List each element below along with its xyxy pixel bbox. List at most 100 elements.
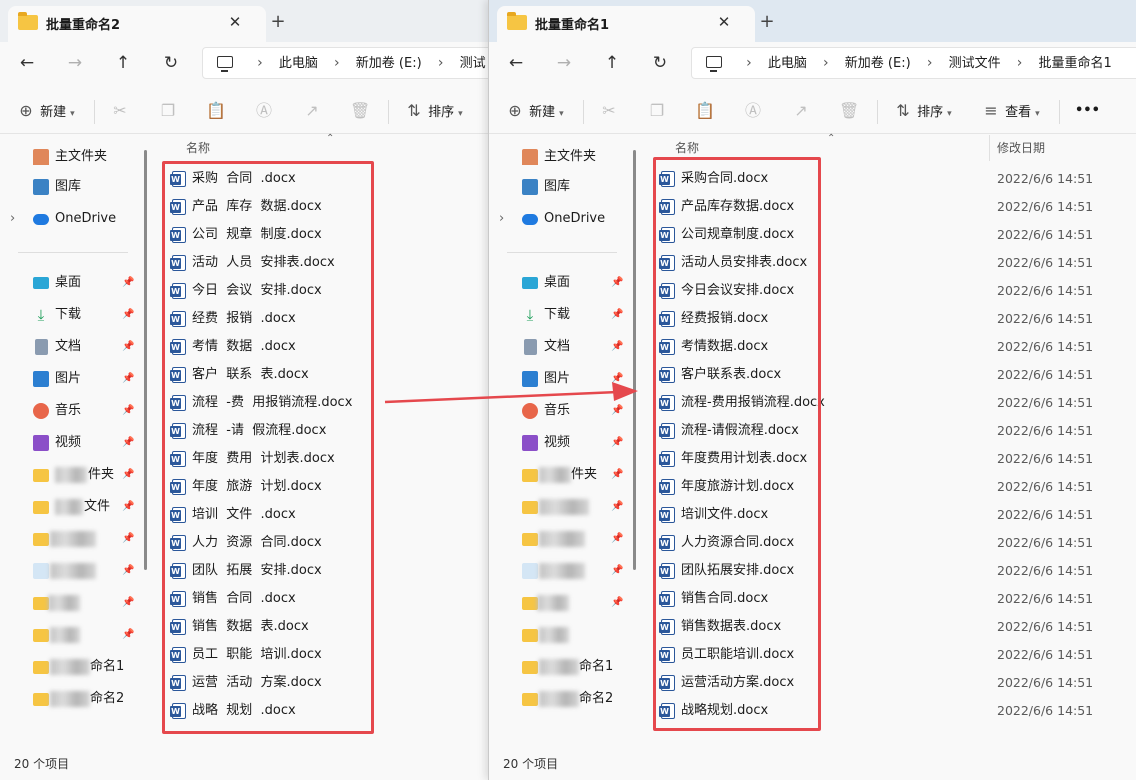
- sidebar-item-music[interactable]: 音乐 📌: [0, 399, 140, 423]
- pin-icon[interactable]: 📌: [611, 559, 623, 583]
- pin-icon[interactable]: 📌: [611, 335, 623, 359]
- sidebar-item-folder[interactable]: 📌: [489, 559, 629, 583]
- sidebar-item-folder[interactable]: 文件 📌: [0, 495, 140, 519]
- copy-button[interactable]: ❐: [647, 98, 667, 124]
- refresh-button[interactable]: ↻: [156, 50, 186, 76]
- new-tab-button[interactable]: +: [755, 10, 779, 34]
- sidebar-item-documents[interactable]: 文档 📌: [489, 335, 629, 359]
- sidebar-item-videos[interactable]: 视频 📌: [489, 431, 629, 455]
- sidebar-item-folder[interactable]: 📌: [489, 527, 629, 551]
- rename-button[interactable]: Ⓐ: [254, 98, 274, 124]
- breadcrumb-item[interactable]: 测试文件: [949, 49, 1001, 78]
- cut-button[interactable]: ✂: [110, 98, 130, 124]
- sidebar-item-folder[interactable]: 件夹 📌: [489, 463, 629, 487]
- paste-button[interactable]: 📋: [695, 98, 715, 124]
- delete-button[interactable]: 🗑: [350, 98, 370, 124]
- breadcrumb-item[interactable]: 新加卷 (E:): [845, 49, 911, 78]
- pin-icon[interactable]: 📌: [122, 623, 134, 647]
- sidebar-item-folder[interactable]: 命名2: [489, 687, 629, 711]
- breadcrumb-item[interactable]: 批量重命名1: [1038, 49, 1111, 78]
- tab-close-button[interactable]: ✕: [712, 10, 736, 34]
- new-button[interactable]: ⊕ 新建 ▾: [16, 98, 74, 124]
- pin-icon[interactable]: 📌: [611, 591, 623, 615]
- chevron-right-icon[interactable]: ›: [499, 207, 504, 231]
- sidebar-item-folder[interactable]: 📌: [0, 623, 140, 647]
- sidebar-item-folder[interactable]: 命名1: [489, 655, 629, 679]
- sidebar-item-folder[interactable]: 📌: [0, 527, 140, 551]
- back-button[interactable]: ←: [501, 50, 531, 76]
- column-header-date[interactable]: 修改日期: [997, 139, 1045, 156]
- pin-icon[interactable]: 📌: [122, 431, 134, 455]
- pin-icon[interactable]: 📌: [122, 271, 134, 295]
- cut-button[interactable]: ✂: [599, 98, 619, 124]
- pin-icon[interactable]: 📌: [122, 463, 134, 487]
- chevron-right-icon[interactable]: ›: [10, 207, 15, 231]
- pin-icon[interactable]: 📌: [611, 303, 623, 327]
- sidebar-scrollbar[interactable]: [633, 150, 636, 570]
- sidebar-item-folder[interactable]: 件夹 📌: [0, 463, 140, 487]
- breadcrumb-item[interactable]: 此电脑: [768, 49, 807, 78]
- new-button[interactable]: ⊕ 新建 ▾: [505, 98, 563, 124]
- sidebar-item-folder[interactable]: [489, 623, 629, 647]
- refresh-button[interactable]: ↻: [645, 50, 675, 76]
- column-divider[interactable]: [989, 135, 990, 161]
- rename-button[interactable]: Ⓐ: [743, 98, 763, 124]
- sidebar-item-folder[interactable]: 📌: [0, 591, 140, 615]
- sidebar-item-desktop[interactable]: 桌面 📌: [0, 271, 140, 295]
- pin-icon[interactable]: 📌: [122, 303, 134, 327]
- pin-icon[interactable]: 📌: [611, 431, 623, 455]
- pin-icon[interactable]: 📌: [611, 527, 623, 551]
- sidebar-item-videos[interactable]: 视频 📌: [0, 431, 140, 455]
- sidebar-item-pictures[interactable]: 图片 📌: [0, 367, 140, 391]
- sidebar-item-gallery[interactable]: 图库: [0, 175, 140, 199]
- pin-icon[interactable]: 📌: [611, 271, 623, 295]
- sidebar-item-onedrive[interactable]: › OneDrive: [489, 207, 629, 231]
- new-tab-button[interactable]: +: [266, 10, 290, 34]
- sidebar-item-documents[interactable]: 文档 📌: [0, 335, 140, 359]
- sidebar-item-onedrive[interactable]: › OneDrive: [0, 207, 140, 231]
- up-button[interactable]: ↑: [108, 50, 138, 76]
- pin-icon[interactable]: 📌: [122, 335, 134, 359]
- pin-icon[interactable]: 📌: [122, 495, 134, 519]
- sidebar-item-downloads[interactable]: ⤓ 下载 📌: [0, 303, 140, 327]
- pin-icon[interactable]: 📌: [122, 399, 134, 423]
- tab-active[interactable]: 批量重命名1 ✕: [497, 6, 755, 42]
- breadcrumb-item[interactable]: 测试: [460, 49, 486, 78]
- more-options-button[interactable]: •••: [1075, 98, 1100, 124]
- pin-icon[interactable]: 📌: [122, 559, 134, 583]
- pin-icon[interactable]: 📌: [611, 463, 623, 487]
- tab-active[interactable]: 批量重命名2 ✕: [8, 6, 266, 42]
- sort-button[interactable]: ⇅ 排序 ▾: [404, 98, 462, 124]
- sidebar-item-folder[interactable]: 命名1: [0, 655, 140, 679]
- sidebar-item-home[interactable]: 主文件夹: [0, 145, 140, 169]
- forward-button[interactable]: →: [60, 50, 90, 76]
- delete-button[interactable]: 🗑: [839, 98, 859, 124]
- sidebar-item-home[interactable]: 主文件夹: [489, 145, 629, 169]
- sidebar-item-folder[interactable]: 命名2: [0, 687, 140, 711]
- sidebar-item-folder[interactable]: 📌: [489, 591, 629, 615]
- column-header-name[interactable]: 名称: [186, 139, 210, 156]
- sidebar-item-gallery[interactable]: 图库: [489, 175, 629, 199]
- up-button[interactable]: ↑: [597, 50, 627, 76]
- back-button[interactable]: ←: [12, 50, 42, 76]
- sidebar-item-folder[interactable]: 📌: [489, 495, 629, 519]
- address-bar[interactable]: › 此电脑 › 新加卷 (E:) › 测试文件 › 批量重命名1: [691, 47, 1136, 79]
- sidebar-item-pictures[interactable]: 图片 📌: [489, 367, 629, 391]
- sidebar-item-music[interactable]: 音乐 📌: [489, 399, 629, 423]
- pin-icon[interactable]: 📌: [122, 591, 134, 615]
- sidebar-item-downloads[interactable]: ⤓ 下载 📌: [489, 303, 629, 327]
- pin-icon[interactable]: 📌: [122, 367, 134, 391]
- copy-button[interactable]: ❐: [158, 98, 178, 124]
- breadcrumb-item[interactable]: 此电脑: [279, 49, 318, 78]
- address-bar[interactable]: › 此电脑 › 新加卷 (E:) › 测试: [202, 47, 488, 79]
- column-header-name[interactable]: 名称: [675, 139, 699, 156]
- share-button[interactable]: ↗: [302, 98, 322, 124]
- forward-button[interactable]: →: [549, 50, 579, 76]
- pin-icon[interactable]: 📌: [611, 495, 623, 519]
- view-button[interactable]: ≡ 查看 ▾: [981, 98, 1039, 124]
- sort-button[interactable]: ⇅ 排序 ▾: [893, 98, 951, 124]
- pin-icon[interactable]: 📌: [122, 527, 134, 551]
- pin-icon[interactable]: 📌: [611, 399, 623, 423]
- sidebar-scrollbar[interactable]: [144, 150, 147, 570]
- sidebar-item-folder[interactable]: 📌: [0, 559, 140, 583]
